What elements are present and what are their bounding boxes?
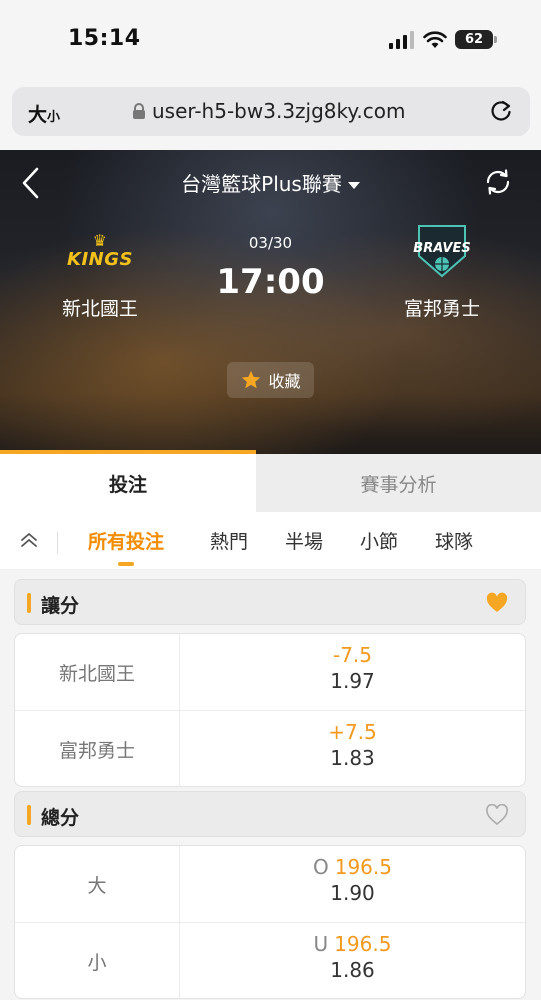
markets-list: 讓分 新北國王 -7.5 1.97 富邦勇士 +7.5 1.83 總分 大 O …: [0, 570, 541, 1000]
away-team: BRAVES 富邦勇士: [362, 222, 522, 321]
market-body-handicap: 新北國王 -7.5 1.97 富邦勇士 +7.5 1.83: [14, 633, 526, 787]
odds-button[interactable]: O 196.5 1.90: [180, 854, 525, 906]
battery-level: 62: [464, 32, 484, 47]
odds-price: 1.97: [330, 669, 375, 693]
heart-filled-icon[interactable]: [485, 592, 509, 614]
favorite-button[interactable]: 收藏: [227, 362, 314, 398]
odds-line: +7.5: [328, 720, 377, 744]
selection-label: 新北國王: [15, 634, 180, 710]
main-tabs: 投注 賽事分析: [0, 454, 541, 512]
battery-icon: 62: [455, 30, 497, 49]
match-header: 台灣籃球Plus聯賽 ♛ KINGS 新北國王 03/30 17:00 BRAV…: [0, 150, 541, 454]
accent-bar: [27, 593, 31, 613]
market-body-total: 大 O 196.5 1.90 小 U 196.5 1.86: [14, 845, 526, 999]
signal-icon: [389, 30, 414, 49]
caret-down-icon: [347, 182, 360, 189]
status-bar: 15:14 62: [0, 0, 541, 80]
odds-button[interactable]: +7.5 1.83: [180, 719, 525, 771]
odds-price: 1.83: [330, 746, 375, 770]
under-prefix: U: [313, 932, 329, 956]
away-team-name: 富邦勇士: [403, 298, 480, 320]
away-logo-text: BRAVES: [413, 241, 470, 256]
market-header-handicap[interactable]: 讓分: [14, 579, 526, 625]
collapse-all-icon[interactable]: [18, 529, 40, 551]
selection-label: 小: [15, 923, 180, 999]
divider: [57, 532, 58, 554]
tab-bet[interactable]: 投注: [0, 454, 256, 512]
status-time: 15:14: [68, 26, 141, 51]
subtab-half[interactable]: 半場: [285, 527, 323, 554]
market-header-total[interactable]: 總分: [14, 791, 526, 837]
text-size-button[interactable]: 大小: [28, 100, 60, 127]
heart-outline-icon[interactable]: [485, 804, 509, 826]
accent-bar: [27, 805, 31, 825]
star-icon: [242, 370, 261, 389]
braves-shield-icon: BRAVES: [413, 225, 471, 278]
text-size-small: 小: [47, 110, 61, 125]
tab-analysis[interactable]: 賽事分析: [256, 454, 541, 512]
odds-price: 1.86: [330, 958, 375, 982]
odds-row: 大 O 196.5 1.90: [15, 846, 525, 922]
url-display[interactable]: user-h5-bw3.3zjg8ky.com: [132, 99, 405, 123]
odds-line: 196.5: [334, 855, 392, 879]
reload-icon[interactable]: [488, 98, 514, 124]
odds-line: -7.5: [332, 643, 373, 667]
over-prefix: O: [312, 855, 329, 879]
odds-button[interactable]: -7.5 1.97: [180, 642, 525, 694]
selection-label: 富邦勇士: [15, 711, 180, 787]
odds-price: 1.90: [330, 881, 375, 905]
away-team-logo: BRAVES: [362, 222, 522, 280]
browser-bar: 大小 user-h5-bw3.3zjg8ky.com: [0, 80, 541, 150]
lock-icon: [133, 102, 145, 119]
odds-row: 新北國王 -7.5 1.97: [15, 634, 525, 710]
odds-line: 196.5: [334, 932, 392, 956]
odds-button[interactable]: U 196.5 1.86: [180, 931, 525, 983]
subtab-popular[interactable]: 熱門: [210, 527, 248, 554]
refresh-icon[interactable]: [483, 167, 513, 197]
subtab-all-label: 所有投注: [88, 531, 165, 553]
favorite-label: 收藏: [268, 372, 301, 391]
text-size-large: 大: [28, 104, 48, 126]
market-filter-tabs: 所有投注 熱門 半場 小節 球隊: [0, 512, 541, 570]
market-title: 讓分: [41, 595, 80, 617]
url-text: user-h5-bw3.3zjg8ky.com: [152, 99, 406, 123]
subtab-underline: [118, 562, 135, 566]
subtab-team[interactable]: 球隊: [435, 527, 473, 554]
market-title: 總分: [41, 807, 80, 829]
odds-row: 小 U 196.5 1.86: [15, 922, 525, 999]
address-bar[interactable]: 大小 user-h5-bw3.3zjg8ky.com: [12, 87, 530, 136]
selection-label: 大: [15, 846, 180, 922]
status-icons: 62: [389, 30, 497, 49]
league-selector[interactable]: 台灣籃球Plus聯賽: [0, 168, 541, 197]
odds-row: 富邦勇士 +7.5 1.83: [15, 710, 525, 787]
wifi-icon: [423, 30, 447, 48]
subtab-quarter[interactable]: 小節: [360, 527, 398, 554]
league-name: 台灣籃球Plus聯賽: [181, 172, 342, 196]
subtab-all[interactable]: 所有投注: [88, 527, 165, 566]
